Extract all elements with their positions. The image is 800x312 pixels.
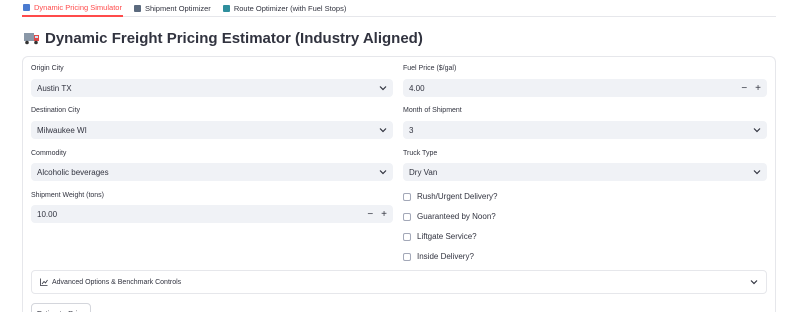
tab-bar: Dynamic Pricing Simulator Shipment Optim… <box>22 0 776 17</box>
fuel-price-label: Fuel Price ($/gal) <box>403 65 457 72</box>
shipment-weight-label: Shipment Weight (tons) <box>31 192 105 199</box>
truck-icon <box>23 4 30 11</box>
origin-city-label: Origin City <box>31 65 64 72</box>
decrement-button[interactable]: − <box>741 83 747 94</box>
decrement-button[interactable]: − <box>367 209 373 220</box>
origin-city-select[interactable]: Austin TX <box>31 79 393 97</box>
advanced-options-expander[interactable]: Advanced Options & Benchmark Controls <box>31 270 767 294</box>
checkbox-label: Inside Delivery? <box>417 252 474 261</box>
chevron-down-icon <box>379 84 387 92</box>
tab-label: Shipment Optimizer <box>144 3 211 13</box>
origin-city-value: Austin TX <box>37 83 72 93</box>
tab-dynamic-pricing[interactable]: Dynamic Pricing Simulator <box>22 0 123 17</box>
commodity-select[interactable]: Alcoholic beverages <box>31 163 393 181</box>
increment-button[interactable]: + <box>381 209 387 220</box>
checkbox-box[interactable] <box>403 232 411 241</box>
estimate-price-button[interactable]: Estimate Price <box>31 303 91 312</box>
fuel-price-input[interactable]: 4.00 − + <box>403 79 767 97</box>
tab-route-optimizer[interactable]: Route Optimizer (with Fuel Stops) <box>222 0 348 16</box>
shipment-weight-input[interactable]: 10.00 − + <box>31 205 393 223</box>
month-value: 3 <box>409 125 414 135</box>
tab-label: Route Optimizer (with Fuel Stops) <box>233 3 347 13</box>
shipment-weight-value[interactable]: 10.00 <box>37 210 367 219</box>
rush-delivery-checkbox[interactable]: Rush/Urgent Delivery? <box>403 192 497 201</box>
guaranteed-noon-checkbox[interactable]: Guaranteed by Noon? <box>403 212 496 221</box>
truck-icon <box>24 32 40 45</box>
liftgate-service-checkbox[interactable]: Liftgate Service? <box>403 232 477 241</box>
tab-label: Dynamic Pricing Simulator <box>34 3 122 12</box>
chevron-down-icon <box>753 126 761 134</box>
checkbox-label: Guaranteed by Noon? <box>417 212 496 221</box>
chart-icon <box>133 4 141 12</box>
checkbox-box[interactable] <box>403 252 411 261</box>
month-label: Month of Shipment <box>403 107 462 114</box>
truck-type-label: Truck Type <box>403 150 438 157</box>
page-title-text: Dynamic Freight Pricing Estimator (Indus… <box>45 30 423 47</box>
chevron-down-icon <box>753 168 761 176</box>
checkbox-box[interactable] <box>403 212 411 221</box>
expander-label: Advanced Options & Benchmark Controls <box>52 278 182 286</box>
bar-chart-icon <box>40 278 48 286</box>
map-icon <box>222 4 230 12</box>
truck-type-value: Dry Van <box>409 167 438 177</box>
checkbox-box[interactable] <box>403 192 411 201</box>
chevron-down-icon <box>750 278 758 286</box>
commodity-label: Commodity <box>31 150 67 157</box>
inside-delivery-checkbox[interactable]: Inside Delivery? <box>403 252 474 261</box>
fuel-price-value[interactable]: 4.00 <box>409 84 741 93</box>
truck-type-select[interactable]: Dry Van <box>403 163 767 181</box>
month-select[interactable]: 3 <box>403 121 767 139</box>
destination-city-label: Destination City <box>31 107 81 114</box>
chevron-down-icon <box>379 168 387 176</box>
checkbox-label: Liftgate Service? <box>417 232 477 241</box>
chevron-down-icon <box>379 126 387 134</box>
destination-city-select[interactable]: Milwaukee WI <box>31 121 393 139</box>
checkbox-label: Rush/Urgent Delivery? <box>417 192 498 201</box>
commodity-value: Alcoholic beverages <box>37 167 109 177</box>
destination-city-value: Milwaukee WI <box>37 125 87 135</box>
page-title: Dynamic Freight Pricing Estimator (Indus… <box>24 30 423 47</box>
tab-shipment-optimizer[interactable]: Shipment Optimizer <box>133 0 212 16</box>
increment-button[interactable]: + <box>755 83 761 94</box>
